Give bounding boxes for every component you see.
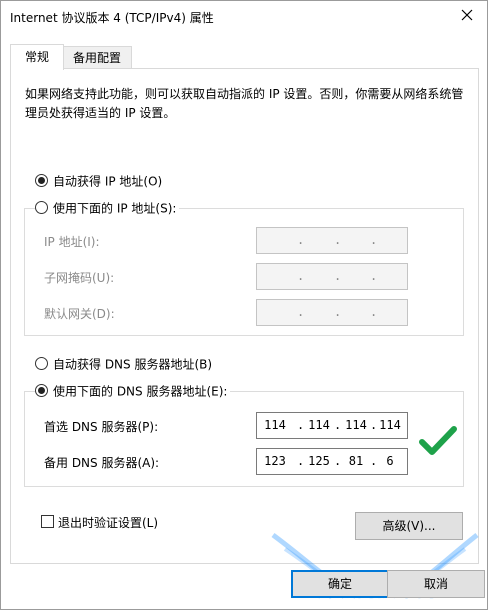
ip-address-label: IP 地址(I):	[44, 235, 100, 249]
manual-dns-radio[interactable]: 使用下面的 DNS 服务器地址(E):	[35, 383, 231, 399]
preferred-dns-label: 首选 DNS 服务器(P):	[44, 420, 159, 434]
check-mark-icon	[418, 424, 458, 461]
window-title: Internet 协议版本 4 (TCP/IPv4) 属性	[10, 11, 214, 25]
advanced-button[interactable]: 高级(V)...	[355, 512, 463, 540]
auto-dns-radio[interactable]: 自动获得 DNS 服务器地址(B)	[35, 356, 212, 372]
ok-button[interactable]: 确定	[291, 570, 389, 598]
radio-indicator	[35, 357, 48, 370]
default-gateway-input[interactable]: . . .	[256, 299, 408, 326]
auto-ip-radio[interactable]: 自动获得 IP 地址(O)	[35, 173, 162, 189]
title-bar: Internet 协议版本 4 (TCP/IPv4) 属性	[1, 1, 487, 32]
radio-selected-indicator	[35, 174, 48, 187]
subnet-mask-label: 子网掩码(U):	[44, 271, 115, 285]
close-button[interactable]	[456, 7, 478, 25]
radio-indicator	[35, 201, 48, 214]
tab-alternate-config[interactable]: 备用配置	[63, 46, 132, 70]
general-tab-panel: 如果网络支持此功能，则可以获取自动指派的 IP 设置。否则，你需要从网络系统管理…	[10, 68, 479, 564]
properties-dialog: Internet 协议版本 4 (TCP/IPv4) 属性 常规 备用配置 如果…	[0, 0, 488, 610]
radio-selected-indicator	[35, 384, 48, 397]
validate-on-exit-checkbox[interactable]: 退出时验证设置(L)	[41, 514, 158, 531]
description-text: 如果网络支持此功能，则可以获取自动指派的 IP 设置。否则，你需要从网络系统管理…	[25, 87, 464, 120]
preferred-dns-input[interactable]: 114 . 114 . 114 . 114	[256, 412, 408, 439]
cancel-button[interactable]: 取消	[387, 570, 485, 598]
manual-ip-radio[interactable]: 使用下面的 IP 地址(S):	[35, 200, 180, 216]
tab-strip: 常规 备用配置	[10, 44, 480, 70]
alternate-dns-label: 备用 DNS 服务器(A):	[44, 456, 160, 470]
subnet-mask-input[interactable]: . . .	[256, 263, 408, 290]
tab-general[interactable]: 常规	[10, 44, 64, 70]
checkbox-box	[41, 515, 54, 528]
default-gateway-label: 默认网关(D):	[44, 307, 115, 321]
close-icon	[461, 9, 473, 21]
alternate-dns-input[interactable]: 123 . 125 . 81 . 6	[256, 448, 408, 475]
ip-address-input[interactable]: . . .	[256, 227, 408, 254]
